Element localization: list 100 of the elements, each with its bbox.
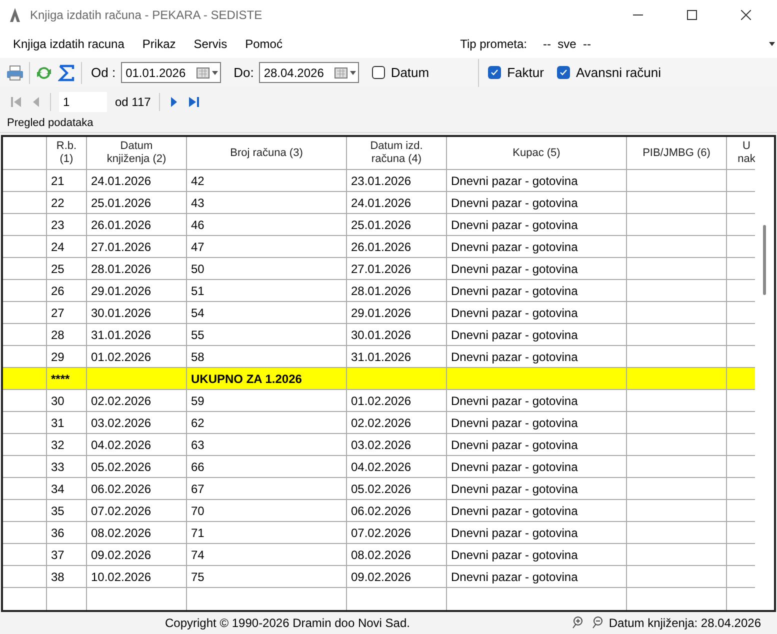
table-cell: Dnevni pazar - gotovina [447, 390, 627, 412]
dropdown-arrow-icon [769, 42, 775, 46]
table-cell: Dnevni pazar - gotovina [447, 522, 627, 544]
table-cell: 06.02.2026 [87, 478, 187, 500]
table-cell: Dnevni pazar - gotovina [447, 434, 627, 456]
app-icon [8, 6, 22, 23]
column-header[interactable]: Datum izd. računa (4) [370, 140, 423, 166]
table-cell: Dnevni pazar - gotovina [447, 500, 627, 522]
table-cell: 35 [47, 500, 87, 522]
scrollbar-thumb[interactable] [762, 225, 766, 296]
table-cell: 30 [47, 390, 87, 412]
column-header[interactable]: Datum knjiženja (2) [106, 140, 166, 166]
table-cell: Dnevni pazar - gotovina [447, 544, 627, 566]
table-cell: 28.01.2026 [87, 258, 187, 280]
table-cell: Dnevni pazar - gotovina [447, 214, 627, 236]
page-field[interactable]: 1 [59, 92, 107, 112]
table-cell: Dnevni pazar - gotovina [447, 258, 627, 280]
calendar-dropdown-icon [334, 66, 358, 78]
checkbox[interactable] [556, 66, 570, 79]
table-cell: 24.01.2026 [347, 192, 447, 214]
table-cell: 24 [47, 236, 87, 258]
table-cell: 02.02.2026 [347, 412, 447, 434]
checkmark-icon [558, 68, 568, 77]
table-cell: 01.02.2026 [87, 346, 187, 368]
table-cell: 32 [47, 434, 87, 456]
page-count: od 117 [115, 94, 151, 112]
table-cell: 29 [47, 346, 87, 368]
table-cell: 46 [187, 214, 347, 236]
table-cell: 58 [187, 346, 347, 368]
column-header[interactable]: Kupac (5) [512, 146, 560, 160]
table-cell: 07.02.2026 [347, 522, 447, 544]
table-cell: 30.01.2026 [347, 324, 447, 346]
table-cell: 75 [187, 566, 347, 588]
table-cell: 38 [47, 566, 87, 588]
table-cell: Dnevni pazar - gotovina [447, 170, 627, 192]
table-cell: Dnevni pazar - gotovina [447, 302, 627, 324]
checkbox[interactable] [488, 66, 502, 79]
column-header[interactable]: Broj računa (3) [230, 146, 303, 160]
table-cell: 03.02.2026 [347, 434, 447, 456]
calendar-dropdown-icon [196, 66, 220, 78]
table-cell: 04.02.2026 [347, 456, 447, 478]
section-label: Pregled podataka [7, 116, 94, 132]
table-cell: 43 [187, 192, 347, 214]
table-cell: 59 [187, 390, 347, 412]
checkbox[interactable] [372, 66, 385, 79]
table-cell: Dnevni pazar - gotovina [447, 280, 627, 302]
table-cell: 28 [47, 324, 87, 346]
table-cell: 74 [187, 544, 347, 566]
table-cell: 27.01.2026 [347, 258, 447, 280]
checkbox-label: Faktur [507, 64, 544, 82]
table-cell: Dnevni pazar - gotovina [447, 324, 627, 346]
refresh-icon[interactable] [35, 64, 53, 80]
last-page-icon[interactable] [188, 96, 200, 108]
field-label: Do: [234, 64, 254, 82]
table-cell: 29.01.2026 [347, 302, 447, 324]
date-field[interactable]: 28.04.2026 [258, 62, 359, 83]
table-cell: 47 [187, 236, 347, 258]
table-cell: 37 [47, 544, 87, 566]
table-cell: 10.02.2026 [87, 566, 187, 588]
table-cell: 02.02.2026 [87, 390, 187, 412]
print-icon[interactable] [6, 64, 24, 80]
table-cell: Dnevni pazar - gotovina [447, 456, 627, 478]
field-label: Tip prometa: [460, 36, 527, 53]
table-cell: Dnevni pazar - gotovina [447, 192, 627, 214]
table-cell: 09.02.2026 [347, 566, 447, 588]
menu-item[interactable]: Prikaz [142, 34, 176, 53]
table-cell: 63 [187, 434, 347, 456]
checkbox-label: Datum [390, 64, 430, 82]
table-cell: 36 [47, 522, 87, 544]
table-cell: 50 [187, 258, 347, 280]
menu-item[interactable]: Servis [194, 34, 228, 53]
menu-item[interactable]: Knjiga izdatih racuna [13, 34, 124, 53]
table-cell: 09.02.2026 [87, 544, 187, 566]
column-header[interactable]: R.b. (1) [56, 140, 77, 166]
table-cell: Dnevni pazar - gotovina [447, 346, 627, 368]
table-cell: 24.01.2026 [87, 170, 187, 192]
table-cell: 26 [47, 280, 87, 302]
table-cell: Dnevni pazar - gotovina [447, 236, 627, 258]
table-cell: 42 [187, 170, 347, 192]
table-cell: 04.02.2026 [87, 434, 187, 456]
copyright-text: Copyright © 1990-2026 Dramin doo Novi Sad. [165, 615, 411, 632]
sum-icon[interactable] [58, 64, 76, 82]
table-cell: 23.01.2026 [347, 170, 447, 192]
table-cell: **** [47, 368, 87, 390]
table-cell: 31.01.2026 [347, 346, 447, 368]
table-cell: UKUPNO ZA 1.2026 [187, 368, 347, 390]
date-field[interactable]: 01.01.2026 [120, 62, 221, 83]
table-cell: 25.01.2026 [347, 214, 447, 236]
table-cell: 70 [187, 500, 347, 522]
table-cell: 71 [187, 522, 347, 544]
table-cell: Dnevni pazar - gotovina [447, 412, 627, 434]
table-cell: 27 [47, 302, 87, 324]
column-header[interactable]: PIB/JMBG (6) [642, 146, 710, 160]
table-cell: 22 [47, 192, 87, 214]
table-cell: 62 [187, 412, 347, 434]
checkbox-label: Avansni računi [576, 64, 661, 82]
table-cell: 31.01.2026 [87, 324, 187, 346]
menu-item[interactable]: Pomoć [245, 34, 282, 53]
table-cell: 06.02.2026 [347, 500, 447, 522]
table-cell: 29.01.2026 [87, 280, 187, 302]
